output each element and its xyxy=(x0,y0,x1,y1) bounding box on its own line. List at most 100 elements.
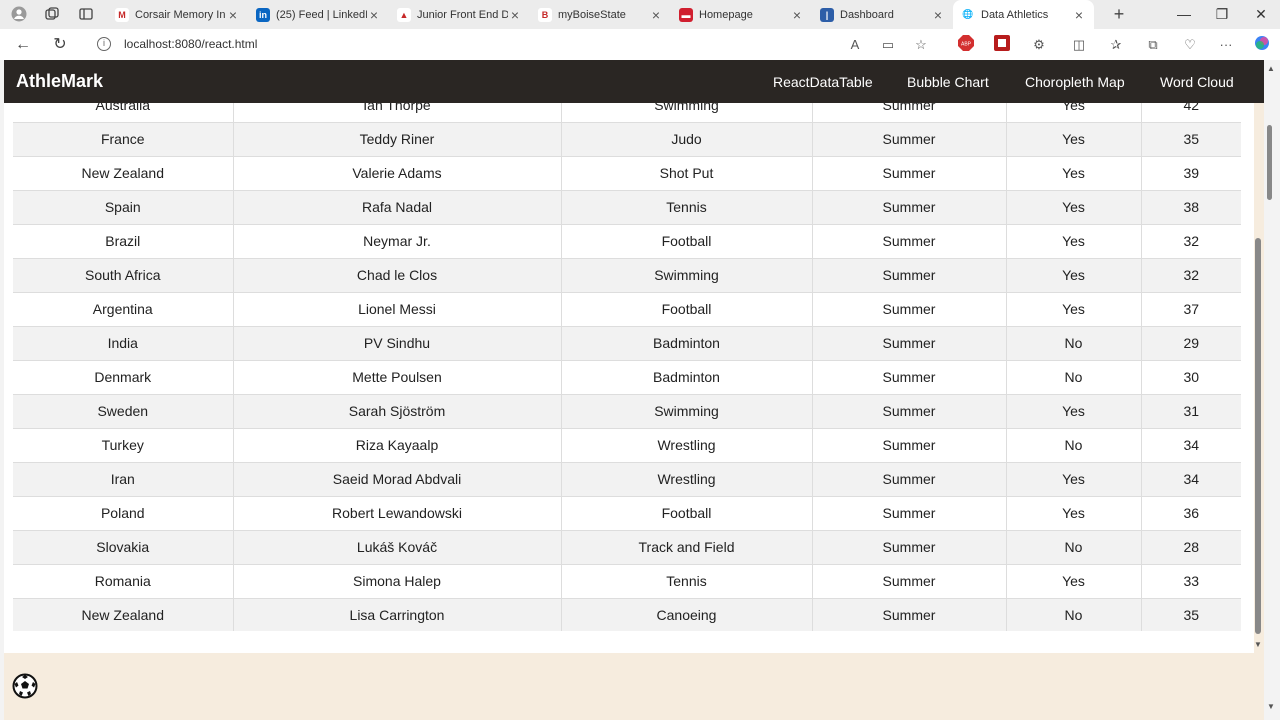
table-cell: 28 xyxy=(1141,530,1241,565)
browser-tab[interactable]: M Corsair Memory Inc × xyxy=(107,0,248,29)
adblock-icon[interactable]: ABP xyxy=(956,35,976,55)
browser-essentials-icon[interactable]: ♡ xyxy=(1180,35,1200,55)
browser-tab[interactable]: 🌐 Data Athletics × xyxy=(953,0,1094,29)
table-cell: Romania xyxy=(13,564,234,599)
nav-choropleth-map[interactable]: Choropleth Map xyxy=(1025,74,1125,90)
page-scroll-up-arrow-icon[interactable]: ▲ xyxy=(1267,64,1275,73)
table-cell: 35 xyxy=(1141,598,1241,633)
table-cell: Judo xyxy=(561,122,813,157)
browser-tab[interactable]: BmyBoiseState × xyxy=(530,0,671,29)
table-cell: No xyxy=(1006,360,1142,395)
tab-close-icon[interactable]: × xyxy=(931,7,945,23)
table-cell: Lionel Messi xyxy=(233,292,562,327)
svg-text:ABP: ABP xyxy=(961,42,972,48)
table-row: New Zealand Lisa Carrington Canoeing Summer… xyxy=(13,598,1241,633)
data-table-container: Australia Ian Thorpe Swimming Summer Yes 42 Fr… xyxy=(4,103,1254,653)
table-cell: Valerie Adams xyxy=(233,156,562,191)
table-row: New Zealand Valerie Adams Shot Put Summer Ye… xyxy=(13,156,1241,191)
page-scrollbar-thumb[interactable] xyxy=(1267,125,1272,200)
nav-react-data-table[interactable]: ReactDataTable xyxy=(773,74,873,90)
refresh-button[interactable]: ↻ xyxy=(49,34,71,56)
immersive-reader-icon[interactable]: ▭ xyxy=(878,35,898,55)
tab-actions-icon[interactable] xyxy=(77,5,95,23)
scroll-down-arrow-icon[interactable]: ▼ xyxy=(1254,640,1262,649)
read-aloud-icon[interactable]: A xyxy=(845,35,865,55)
tab-title: myBoiseState xyxy=(558,8,626,21)
tab-favicon-icon: M xyxy=(115,7,129,22)
table-cell: Sweden xyxy=(13,394,234,429)
table-cell: Summer xyxy=(812,360,1007,395)
tab-close-icon[interactable]: × xyxy=(226,7,240,23)
table-cell: Riza Kayaalp xyxy=(233,428,562,463)
page-scroll-down-arrow-icon[interactable]: ▼ xyxy=(1267,702,1275,711)
table-cell: Summer xyxy=(812,564,1007,599)
table-cell: France xyxy=(13,122,234,157)
workspaces-icon[interactable] xyxy=(43,5,61,23)
table-row: Poland Robert Lewandowski Football Summer Ye… xyxy=(13,496,1241,531)
tab-title: Junior Front End Dev xyxy=(417,8,508,21)
tab-title: Homepage xyxy=(699,8,753,21)
browser-tab[interactable]: | Dashboard × xyxy=(812,0,953,29)
tab-favicon-icon: | xyxy=(820,7,834,22)
tab-close-icon[interactable]: × xyxy=(649,7,663,23)
tab-title: Data Athletics xyxy=(981,8,1049,21)
table-cell: Slovakia xyxy=(13,530,234,565)
site-info-icon[interactable]: i xyxy=(97,37,111,51)
minimize-button[interactable]: — xyxy=(1165,0,1203,29)
table-cell: Yes xyxy=(1006,462,1142,497)
nav-bubble-chart[interactable]: Bubble Chart xyxy=(907,74,989,90)
table-cell: No xyxy=(1006,598,1142,633)
browser-tab[interactable]: in (25) Feed | LinkedIn × xyxy=(248,0,389,29)
back-button[interactable]: ← xyxy=(12,34,34,56)
address-input[interactable]: localhost:8080/react.html xyxy=(124,37,257,51)
table-scrollbar-thumb[interactable] xyxy=(1255,238,1261,634)
copilot-icon[interactable] xyxy=(1252,35,1272,55)
tab-close-icon[interactable]: × xyxy=(367,7,381,23)
table-cell: Summer xyxy=(812,190,1007,225)
tab-close-icon[interactable]: × xyxy=(790,7,804,23)
maximize-button[interactable]: ❐ xyxy=(1203,0,1241,29)
profile-icon[interactable] xyxy=(10,5,28,23)
table-cell: Summer xyxy=(812,496,1007,531)
table-cell: 34 xyxy=(1141,462,1241,497)
table-cell: Yes xyxy=(1006,496,1142,531)
browser-tab[interactable]: ▲ Junior Front End Dev× xyxy=(389,0,530,29)
table-cell: Canoeing xyxy=(561,598,813,633)
table-cell: Yes xyxy=(1006,224,1142,259)
more-menu-icon[interactable]: ··· xyxy=(1216,35,1236,55)
tab-title: (25) Feed | LinkedIn xyxy=(276,8,367,21)
table-cell: 38 xyxy=(1141,190,1241,225)
table-cell: Tennis xyxy=(561,190,813,225)
favorites-icon[interactable]: ✰ xyxy=(1106,35,1126,55)
table-cell: Sarah Sjöström xyxy=(233,394,562,429)
table-cell: PV Sindhu xyxy=(233,326,562,361)
extension-icon[interactable] xyxy=(992,35,1012,55)
favorite-star-icon[interactable]: ☆ xyxy=(911,35,931,55)
table-cell: No xyxy=(1006,326,1142,361)
table-cell: 39 xyxy=(1141,156,1241,191)
tab-favicon-icon: ▬ xyxy=(679,7,693,22)
table-cell: Lisa Carrington xyxy=(233,598,562,633)
table-cell: Chad le Clos xyxy=(233,258,562,293)
tab-close-icon[interactable]: × xyxy=(508,7,522,23)
table-cell: Robert Lewandowski xyxy=(233,496,562,531)
table-cell: Brazil xyxy=(13,224,234,259)
nav-word-cloud[interactable]: Word Cloud xyxy=(1160,74,1234,90)
extensions-puzzle-icon[interactable]: ⚙ xyxy=(1029,35,1049,55)
table-cell: Swimming xyxy=(561,258,813,293)
tab-close-icon[interactable]: × xyxy=(1072,7,1086,23)
tab-title: Corsair Memory Inc xyxy=(135,8,226,21)
close-window-button[interactable]: ✕ xyxy=(1242,0,1280,29)
table-cell: Rafa Nadal xyxy=(233,190,562,225)
collections-icon[interactable]: ⧉ xyxy=(1143,35,1163,55)
brand-logo[interactable]: AthleMark xyxy=(16,71,103,92)
table-cell: 29 xyxy=(1141,326,1241,361)
table-cell: No xyxy=(1006,428,1142,463)
address-bar-row: ← ↻ i localhost:8080/react.html A ▭ ☆ AB… xyxy=(0,29,1280,60)
browser-tab[interactable]: ▬ Homepage × xyxy=(671,0,812,29)
table-cell: Yes xyxy=(1006,156,1142,191)
tab-favicon-icon: ▲ xyxy=(397,7,411,22)
new-tab-button[interactable]: + xyxy=(1109,4,1129,24)
split-screen-icon[interactable]: ◫ xyxy=(1069,35,1089,55)
soccer-ball-icon[interactable] xyxy=(12,673,38,699)
